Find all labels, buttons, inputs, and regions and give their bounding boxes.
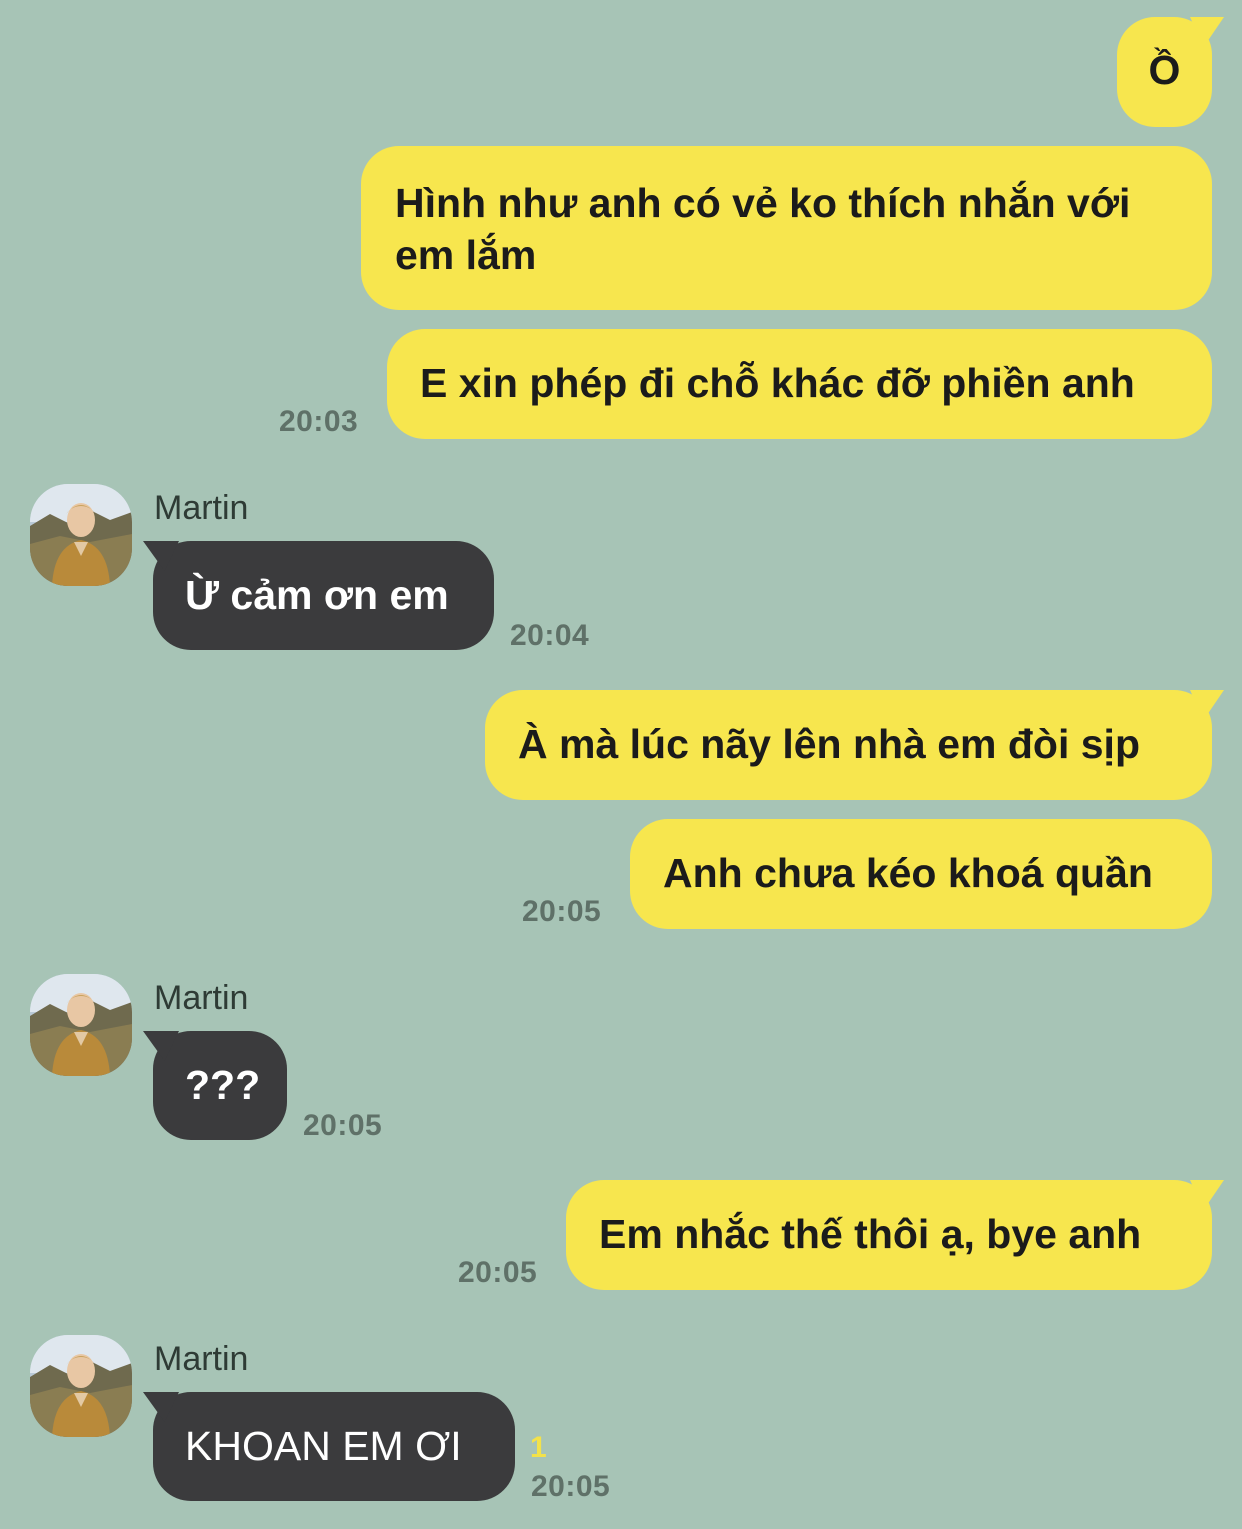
message-bubble-outgoing[interactable]: Anh chưa kéo khoá quần [630, 819, 1212, 929]
avatar-photo-icon [30, 1335, 132, 1437]
message-bubble-outgoing[interactable]: E xin phép đi chỗ khác đỡ phiền anh [387, 329, 1212, 439]
contact-avatar[interactable] [30, 974, 132, 1076]
avatar-photo-icon [30, 974, 132, 1076]
message-text-line: em lắm [395, 232, 537, 278]
avatar-photo-icon [30, 484, 132, 586]
message-bubble-incoming[interactable]: ??? [153, 1031, 287, 1140]
timestamp: 20:05 [458, 1256, 538, 1289]
message-bubble-outgoing[interactable]: À mà lúc nãy lên nhà em đòi sịp [485, 690, 1212, 800]
timestamp: 20:03 [279, 405, 359, 438]
timestamp: 20:04 [510, 619, 590, 652]
contact-name: Martin [154, 489, 249, 527]
message-bubble-outgoing[interactable]: Em nhắc thế thôi ạ, bye anh [566, 1180, 1212, 1290]
message-text: Ừ cảm ơn em [185, 572, 449, 618]
contact-name: Martin [154, 1340, 249, 1378]
contact-avatar[interactable] [30, 1335, 132, 1437]
chat-view: Ồ Hình như anh có vẻ ko thích nhắn với e… [0, 0, 1242, 1529]
timestamp: 20:05 [303, 1109, 383, 1142]
message-text-line: Hình như anh có vẻ ko thích nhắn với [395, 180, 1131, 226]
timestamp: 20:05 [531, 1470, 611, 1503]
message-bubble-incoming[interactable]: Ừ cảm ơn em [153, 541, 494, 650]
timestamp: 20:05 [522, 895, 602, 928]
unread-count-badge: 1 [530, 1431, 547, 1464]
message-text: Anh chưa kéo khoá quần [663, 850, 1153, 896]
message-text: ??? [185, 1062, 261, 1108]
message-bubble-outgoing[interactable]: Hình như anh có vẻ ko thích nhắn với em … [361, 146, 1212, 310]
message-text: E xin phép đi chỗ khác đỡ phiền anh [420, 360, 1135, 406]
message-text: KHOAN EM ƠI [185, 1423, 462, 1469]
message-text: Ồ [1148, 47, 1181, 93]
message-text: À mà lúc nãy lên nhà em đòi sịp [518, 721, 1140, 767]
message-bubble-incoming[interactable]: KHOAN EM ƠI [153, 1392, 515, 1501]
message-text: Em nhắc thế thôi ạ, bye anh [599, 1211, 1142, 1257]
message-bubble-outgoing[interactable]: Ồ [1117, 17, 1212, 127]
contact-name: Martin [154, 979, 249, 1017]
contact-avatar[interactable] [30, 484, 132, 586]
